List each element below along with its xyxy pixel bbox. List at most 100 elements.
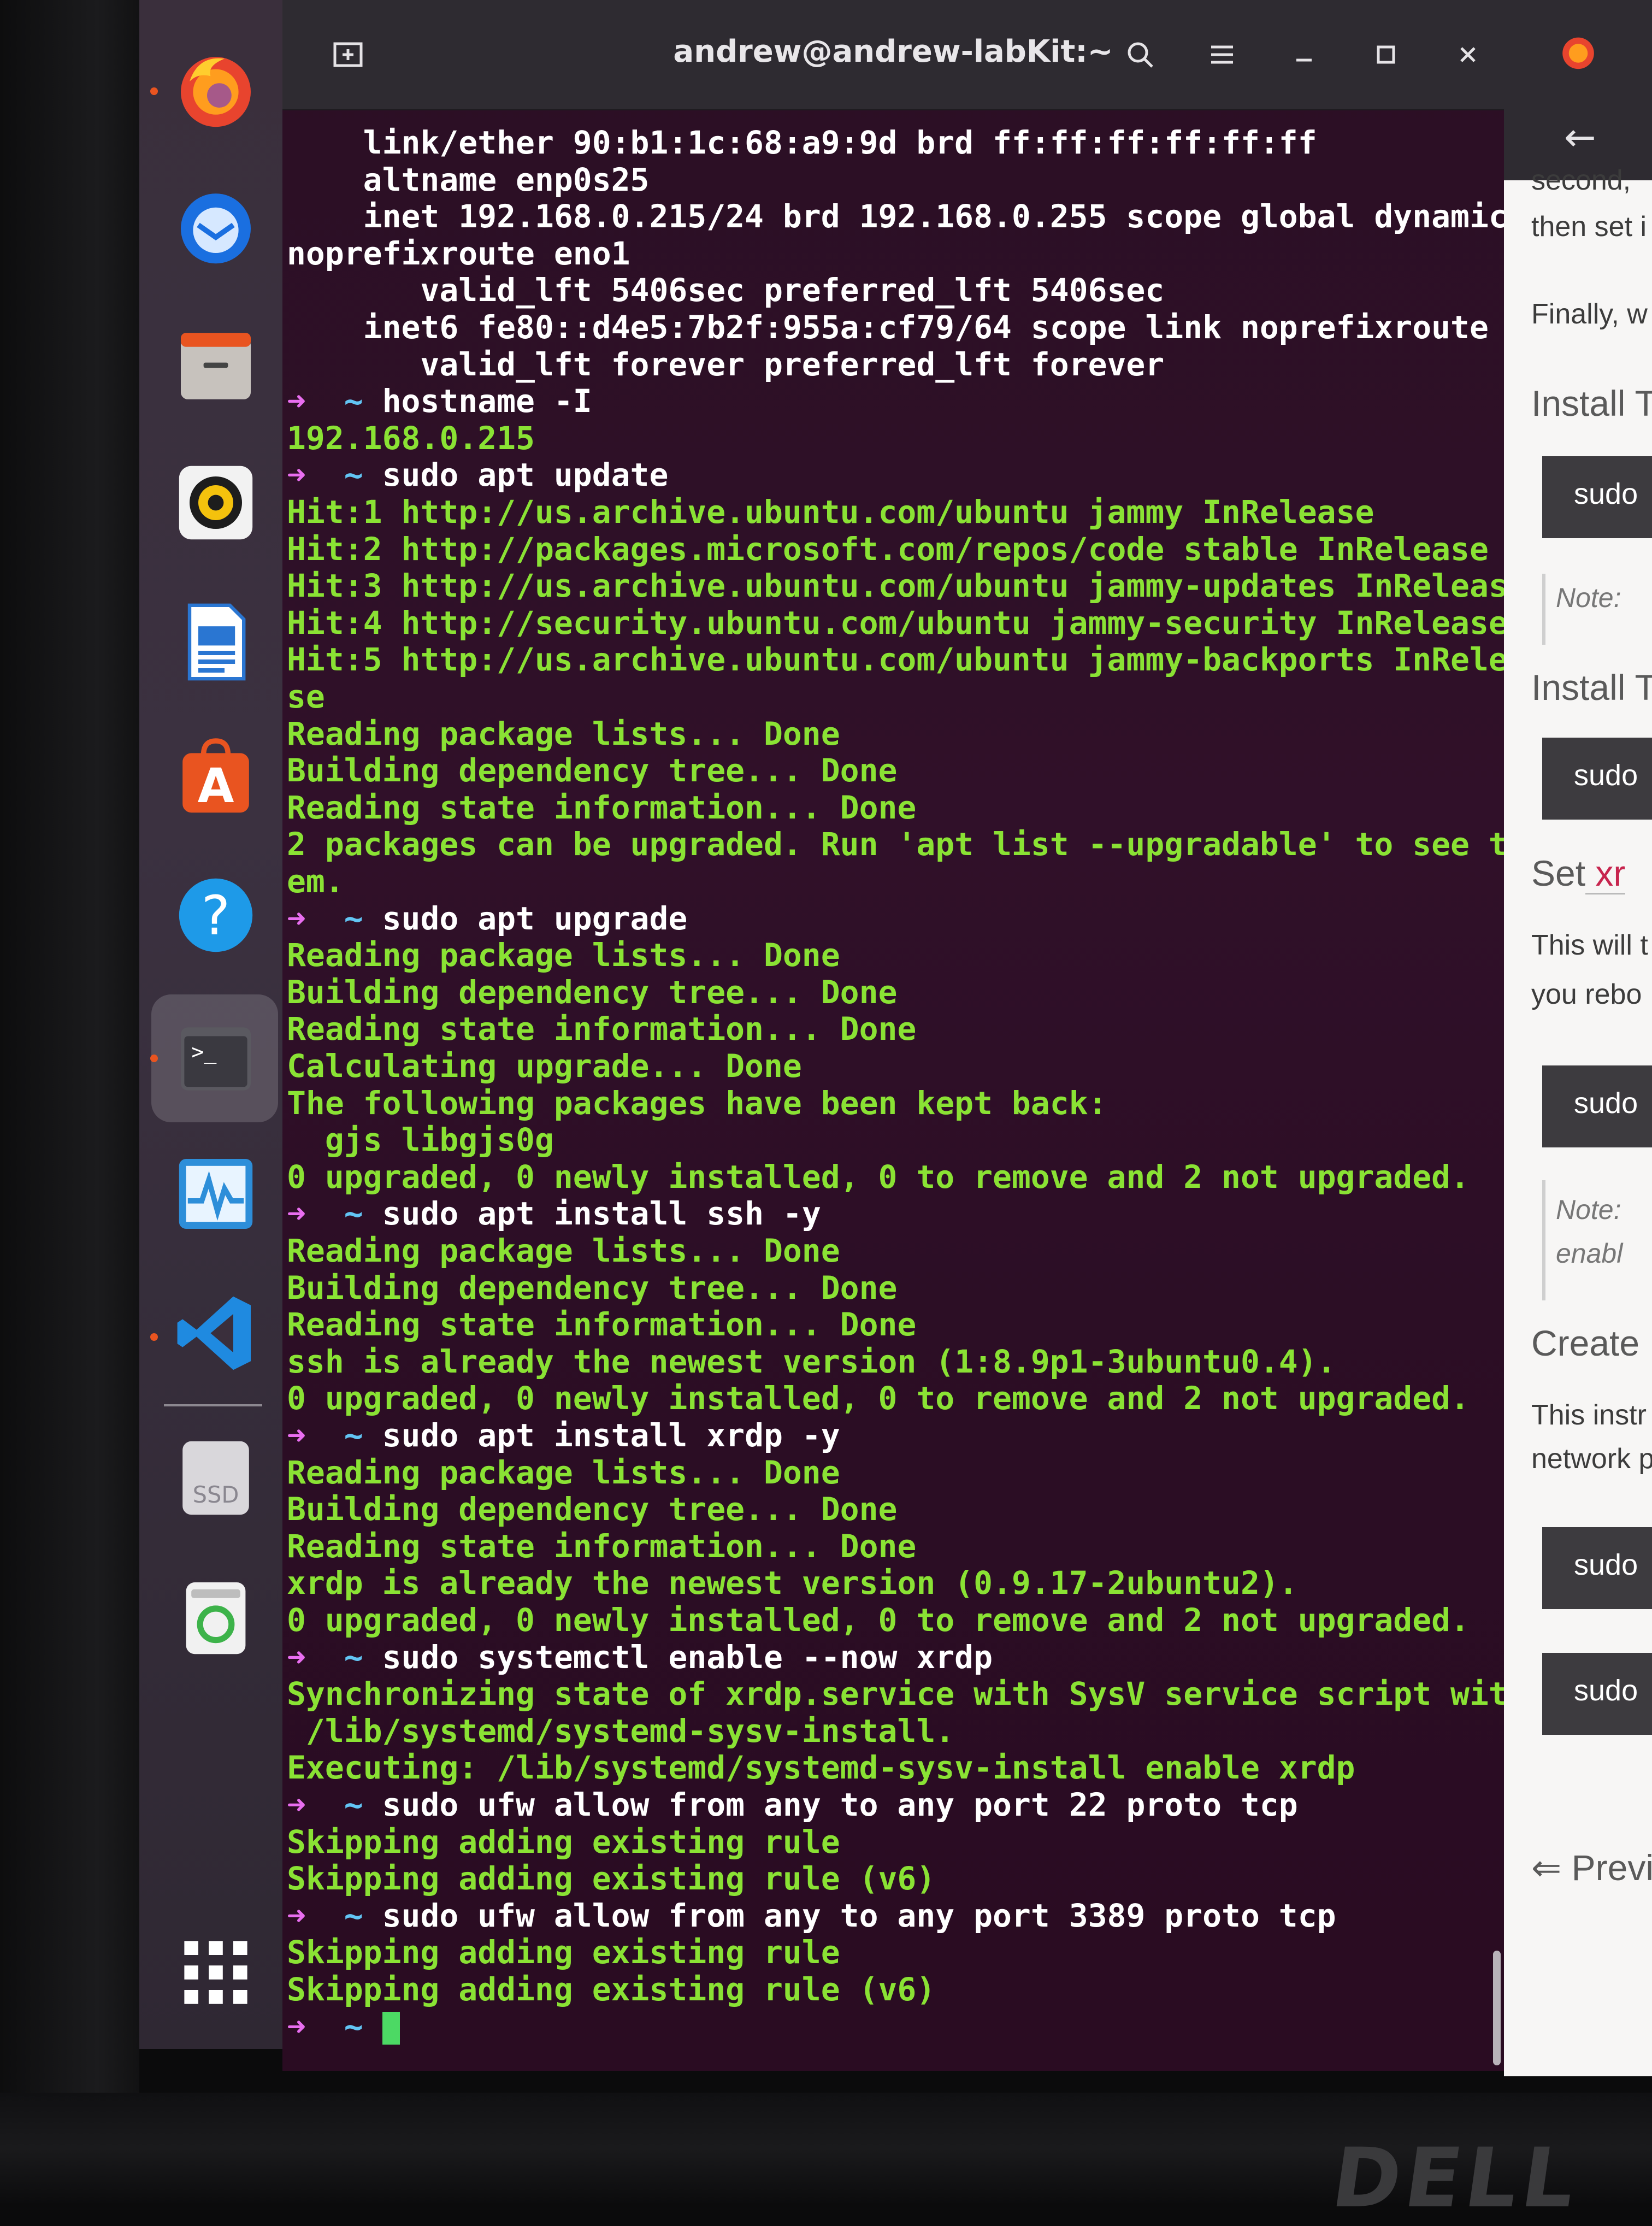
dock: A ? >_ SSD (139, 0, 282, 2049)
terminal-headerbar: andrew@andrew-labKit:~ (282, 0, 1504, 110)
output-line: Hit:1 http://us.archive.ubuntu.com/ubunt… (287, 493, 1374, 531)
app-center-icon[interactable]: A (172, 732, 259, 820)
output-line: Reading state information... Done (287, 1306, 917, 1344)
rhythmbox-icon[interactable] (172, 459, 259, 546)
doc-text-fragment: Install T (1531, 383, 1652, 423)
maximize-icon[interactable] (1364, 33, 1408, 76)
prompt-directory: ~ (305, 1195, 382, 1233)
output-line: valid_lft forever preferred_lft forever (287, 345, 1165, 383)
doc-text-fragment: Create (1531, 1323, 1640, 1363)
back-arrow-icon[interactable]: ← (1564, 115, 1596, 160)
output-line: Synchronizing state of xrdp.service with… (287, 1675, 1504, 1713)
command-text: sudo ufw allow from any to any port 22 p… (382, 1786, 1298, 1823)
output-line: link/ether 90:b1:1c:68:a9:9d brd ff:ff:f… (287, 124, 1317, 161)
command-text: hostname -I (382, 382, 592, 420)
output-line: 192.168.0.215 (287, 419, 535, 457)
prompt-line: ➜ ~ sudo systemctl enable --now xrdp (287, 1639, 993, 1676)
terminal-icon[interactable]: >_ (172, 1015, 259, 1103)
doc-text-fragment: then set i (1531, 211, 1647, 243)
system-monitor-icon[interactable] (172, 1150, 259, 1238)
code-text: sudo (1574, 759, 1638, 792)
output-line: em. (287, 863, 344, 900)
dock-separator (164, 1404, 262, 1406)
note-label: Note: (1556, 1194, 1621, 1225)
code-block[interactable]: sudo (1542, 1527, 1652, 1609)
output-line: Hit:4 http://security.ubuntu.com/ubuntu … (287, 604, 1504, 641)
files-icon[interactable] (172, 322, 259, 410)
output-line: se (287, 678, 325, 715)
vscode-icon[interactable] (172, 1289, 259, 1377)
prompt-arrow-icon: ➜ (287, 1638, 306, 1676)
command-text: sudo apt install ssh -y (382, 1195, 821, 1233)
svg-text:>_: >_ (191, 1040, 217, 1064)
prompt-directory: ~ (305, 1897, 382, 1934)
prompt-line: ➜ ~ sudo apt upgrade (287, 900, 687, 937)
output-line: Building dependency tree... Done (287, 752, 898, 790)
writer-icon[interactable] (172, 598, 259, 686)
close-icon[interactable] (1446, 33, 1490, 76)
trash-icon[interactable] (172, 1574, 259, 1661)
prompt-directory: ~ (305, 382, 382, 420)
ssd-drive-icon[interactable]: SSD (172, 1434, 259, 1522)
prompt-directory: ~ (305, 456, 382, 494)
terminal-output[interactable]: link/ether 90:b1:1c:68:a9:9d brd ff:ff:f… (282, 109, 1504, 2054)
code-block[interactable]: sudo (1542, 1065, 1652, 1147)
help-icon[interactable]: ? (172, 871, 259, 959)
running-indicator (150, 1333, 158, 1341)
output-line: Calculating upgrade... Done (287, 1047, 802, 1085)
code-block[interactable]: sudo (1542, 738, 1652, 820)
output-line: Hit:2 http://packages.microsoft.com/repo… (287, 530, 1489, 568)
prompt-arrow-icon: ➜ (287, 2007, 306, 2045)
output-line: Executing: /lib/systemd/systemd-sysv-ins… (287, 1749, 1355, 1787)
browser-window[interactable]: ← second, then set i Finally, w Install T In… (1504, 0, 1652, 2076)
doc-text-fragment: This instr (1531, 1399, 1647, 1431)
monitor-brand-logo: DELL (1326, 2131, 1586, 2226)
command-text: sudo apt upgrade (382, 899, 688, 937)
search-icon[interactable] (1118, 33, 1162, 76)
note-bar (1542, 1180, 1545, 1300)
monitor-bezel (0, 0, 139, 2203)
show-apps-icon[interactable] (172, 1929, 259, 2016)
ssd-label: SSD (193, 1481, 239, 1508)
command-text: sudo systemctl enable --now xrdp (382, 1638, 993, 1676)
menu-icon[interactable] (1200, 33, 1244, 76)
terminal-window[interactable]: andrew@andrew-labKit:~ link/ether 90:b1:… (282, 0, 1504, 2071)
minimize-icon[interactable] (1282, 33, 1326, 76)
output-line: gjs libgjs0g (287, 1121, 554, 1159)
code-text: sudo (1574, 1087, 1638, 1120)
note-label: Note: (1556, 582, 1621, 613)
output-line: inet 192.168.0.215/24 brd 192.168.0.255 … (287, 198, 1504, 235)
text-cursor[interactable] (382, 2012, 400, 2045)
output-line: altname enp0s25 (287, 161, 650, 198)
prompt-line: ➜ ~ sudo apt update (287, 457, 668, 493)
output-line: valid_lft 5406sec preferred_lft 5406sec (287, 272, 1165, 309)
prompt-arrow-icon: ➜ (287, 1417, 306, 1454)
scrollbar[interactable] (1493, 1951, 1501, 2065)
prompt-arrow-icon: ➜ (287, 1786, 306, 1823)
output-line: 0 upgraded, 0 newly installed, 0 to remo… (287, 1601, 1470, 1639)
thunderbird-icon[interactable] (172, 183, 259, 270)
doc-text-fragment: you rebo (1531, 979, 1642, 1010)
output-line: Reading state information... Done (287, 788, 917, 826)
prompt-directory: ~ (305, 1417, 382, 1454)
code-text: sudo (1574, 478, 1638, 510)
note-label: enabl (1556, 1238, 1623, 1269)
prompt-line: ➜ ~ hostname -I (287, 383, 592, 420)
output-line: Hit:5 http://us.archive.ubuntu.com/ubunt… (287, 641, 1504, 679)
code-block[interactable]: sudo (1542, 1653, 1652, 1735)
output-line: Reading package lists... Done (287, 715, 840, 752)
prompt-directory: ~ (305, 2007, 382, 2045)
output-line: Skipping adding existing rule (287, 1934, 840, 1971)
doc-text-fragment: Install T (1531, 667, 1652, 708)
prompt-line: ➜ ~ sudo ufw allow from any to any port … (287, 1787, 1298, 1823)
code-block[interactable]: sudo (1542, 456, 1652, 538)
output-line: Hit:3 http://us.archive.ubuntu.com/ubunt… (287, 567, 1504, 605)
svg-text:A: A (198, 759, 234, 814)
output-line: 2 packages can be upgraded. Run 'apt lis… (287, 826, 1504, 863)
output-line: Reading state information... Done (287, 1010, 917, 1048)
output-line: /lib/systemd/systemd-sysv-install. (287, 1712, 955, 1750)
doc-text-fragment: network p (1531, 1443, 1652, 1475)
output-line: Skipping adding existing rule (v6) (287, 1860, 936, 1898)
output-line: Reading package lists... Done (287, 937, 840, 974)
firefox-icon[interactable] (172, 46, 259, 134)
